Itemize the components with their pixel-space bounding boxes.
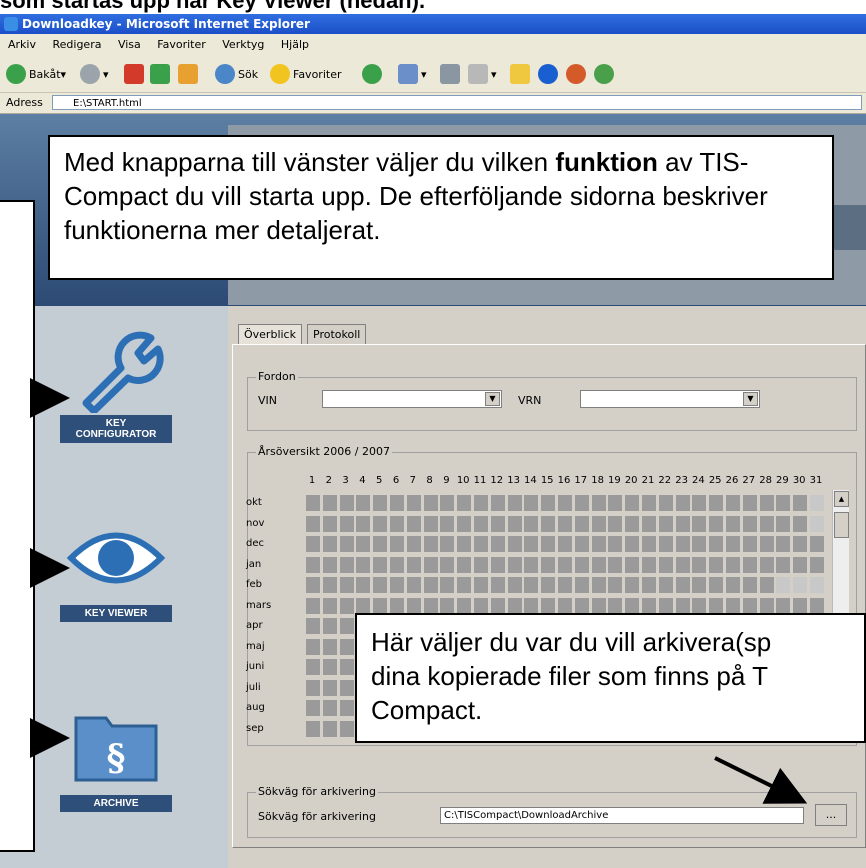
arrow-browse [714, 756, 808, 804]
annotation-arrows [30, 378, 808, 804]
